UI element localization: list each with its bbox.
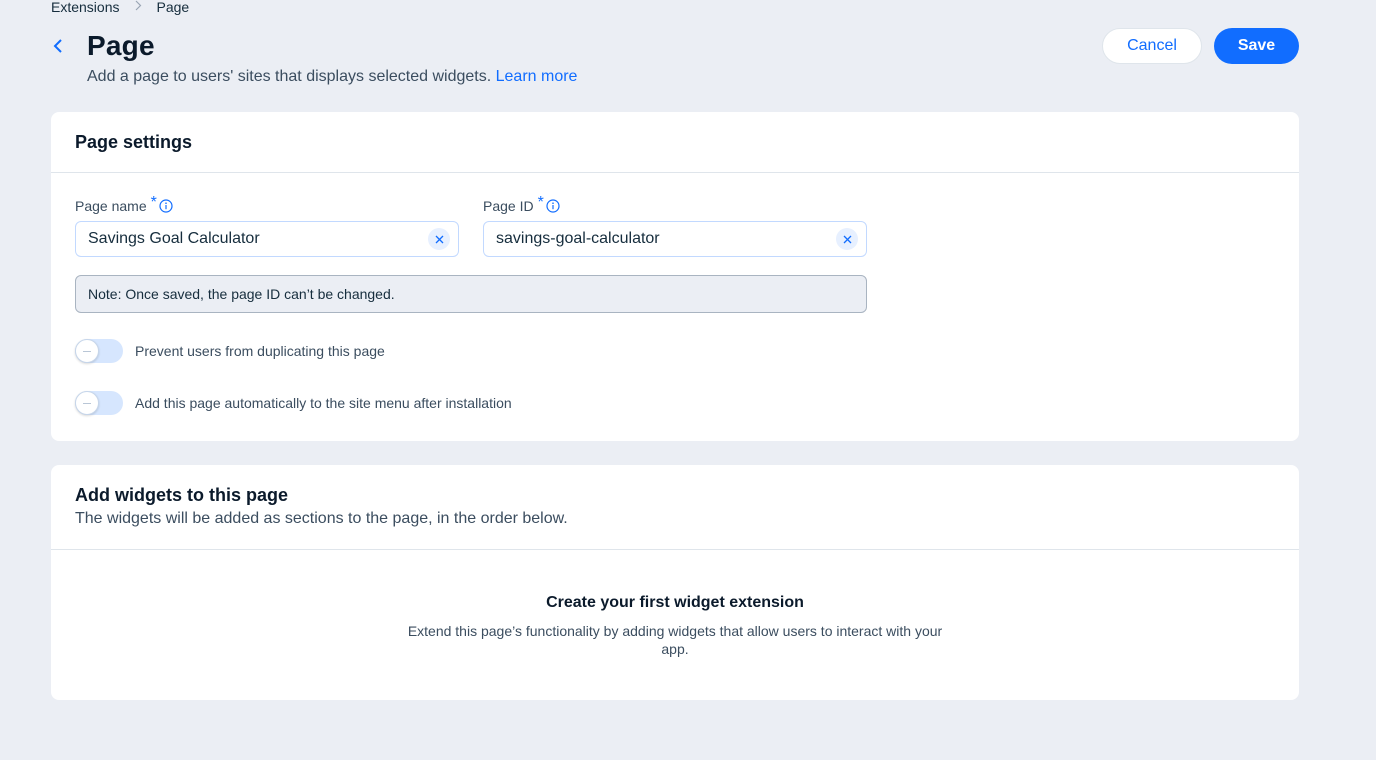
toggle-knob	[75, 339, 99, 363]
chevron-right-icon	[135, 0, 142, 14]
info-icon[interactable]	[546, 199, 560, 213]
page-name-value: Savings Goal Calculator	[88, 230, 260, 247]
toggle-knob	[75, 391, 99, 415]
save-button[interactable]: Save	[1214, 28, 1299, 64]
cancel-button[interactable]: Cancel	[1102, 28, 1202, 64]
clear-page-name-button[interactable]	[428, 228, 450, 250]
clear-page-id-button[interactable]	[836, 228, 858, 250]
prevent-duplicating-label: Prevent users from duplicating this page	[135, 343, 385, 359]
close-icon	[843, 235, 851, 243]
info-icon[interactable]	[159, 199, 173, 213]
page-settings-card: Page settings Page name * Savings Goal C…	[51, 112, 1299, 441]
empty-state: Create your first widget extension Exten…	[51, 594, 1299, 658]
close-icon	[435, 235, 443, 243]
page-name-input[interactable]: Savings Goal Calculator	[75, 221, 459, 257]
required-asterisk: *	[150, 194, 157, 211]
page-name-label-text: Page name	[75, 198, 147, 214]
prevent-duplicating-toggle[interactable]	[75, 339, 123, 363]
chevron-left-icon	[53, 39, 62, 53]
page-id-input[interactable]: savings-goal-calculator	[483, 221, 867, 257]
page-subtitle-text: Add a page to users' sites that displays…	[87, 68, 492, 85]
page-title: Page	[87, 30, 155, 61]
page-subtitle: Add a page to users' sites that displays…	[87, 68, 577, 86]
page-id-label-text: Page ID	[483, 198, 534, 214]
page-settings-title: Page settings	[75, 132, 193, 152]
add-to-menu-toggle[interactable]	[75, 391, 123, 415]
prevent-duplicating-row: Prevent users from duplicating this page	[75, 339, 385, 363]
page-id-label: Page ID *	[483, 194, 560, 215]
empty-state-title: Create your first widget extension	[546, 594, 804, 611]
page-id-value: savings-goal-calculator	[496, 230, 660, 247]
add-widgets-title: Add widgets to this page	[75, 485, 289, 505]
page-settings-header: Page settings	[51, 112, 1299, 173]
learn-more-link[interactable]: Learn more	[496, 68, 578, 85]
add-widgets-header: Add widgets to this page The widgets wil…	[51, 465, 1299, 550]
add-widgets-subtitle: The widgets will be added as sections to…	[75, 510, 568, 527]
add-to-menu-label: Add this page automatically to the site …	[135, 395, 512, 411]
breadcrumb-item-extensions[interactable]: Extensions	[51, 0, 119, 15]
add-widgets-card: Add widgets to this page The widgets wil…	[51, 465, 1299, 700]
breadcrumb-item-page: Page	[156, 0, 190, 15]
page-id-note: Note: Once saved, the page ID can’t be c…	[75, 275, 867, 313]
page-name-label: Page name *	[75, 194, 173, 215]
add-to-menu-row: Add this page automatically to the site …	[75, 391, 512, 415]
empty-state-text: Extend this page’s functionality by addi…	[407, 623, 943, 657]
required-asterisk: *	[537, 194, 544, 211]
back-button[interactable]	[47, 35, 69, 57]
breadcrumb: Extensions Page	[51, 0, 189, 17]
